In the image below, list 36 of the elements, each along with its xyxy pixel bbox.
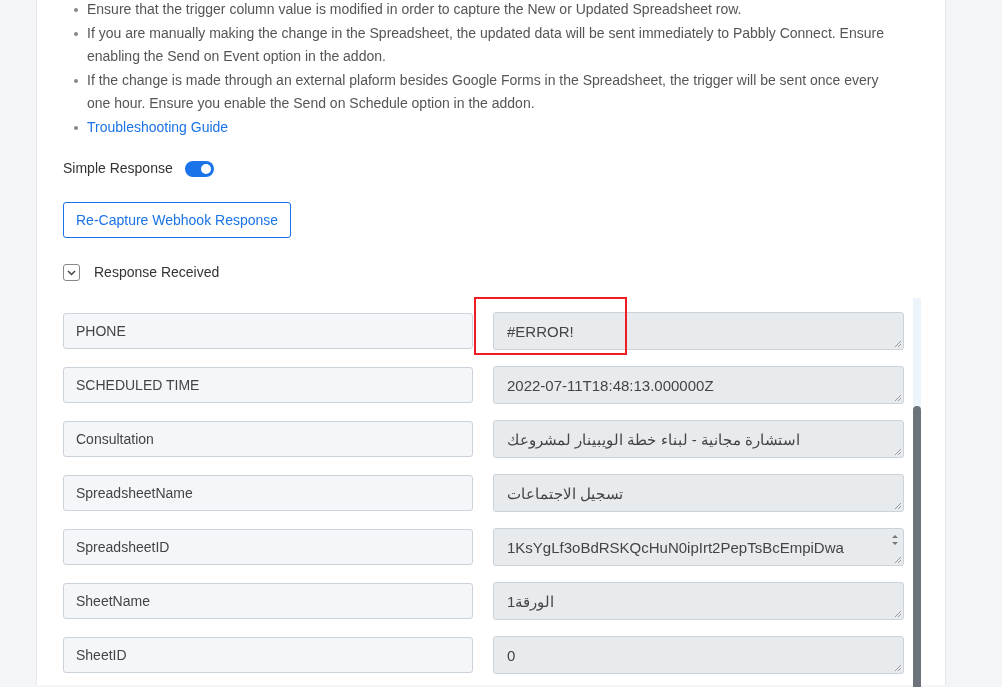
chevron-down-icon: [67, 269, 76, 276]
resize-grip-icon: [894, 340, 901, 347]
field-name: SheetName: [63, 583, 473, 619]
simple-response-toggle[interactable]: [184, 160, 214, 177]
bullet-icon: [74, 79, 78, 83]
recapture-webhook-button[interactable]: Re-Capture Webhook Response: [63, 202, 292, 238]
instruction-text: If the change is made through an external plaform besides Google Forms in the Spreadsheet, the trigger will be sent once every one hour. Ensure you enable the Send on Schedule option in the addon.: [87, 71, 880, 113]
field-name: SheetID: [63, 637, 473, 673]
field-name: SpreadsheetID: [63, 529, 473, 565]
resize-grip-icon: [894, 610, 901, 617]
value-field[interactable]: تسجيل الاجتماعات: [493, 474, 904, 512]
resize-grip-icon: [894, 556, 901, 563]
resize-grip-icon: [894, 664, 901, 671]
instruction-text: Ensure that the trigger column value is modified in order to capture the New or Updated Spreadsheet row.: [87, 0, 742, 19]
bullet-icon: [74, 32, 78, 36]
simple-response-label: Simple Response: [63, 159, 173, 178]
field-name: Consultation: [63, 421, 473, 457]
value-field[interactable]: 1KsYgLf3oBdRSKQcHuN0ipIrt2PepTsBcEmpiDwa: [493, 528, 904, 566]
value-field[interactable]: الورقة1: [493, 582, 904, 620]
instruction-text: If you are manually making the change in the Spreadsheet, the updated data will be sent immediately to Pabbly Connect. Ensure enabling the Send on Event option in the addon.: [87, 24, 885, 66]
field-name: SpreadsheetName: [63, 475, 473, 511]
bullet-icon: [74, 126, 78, 130]
resize-grip-icon: [894, 502, 901, 509]
section-title: Response Received: [94, 263, 220, 282]
value-field[interactable]: 2022-07-11T18:48:13.000000Z: [493, 366, 904, 404]
value-field[interactable]: #ERROR!: [493, 312, 904, 350]
scrollbar[interactable]: [913, 298, 921, 687]
collapse-toggle[interactable]: [63, 264, 80, 281]
field-name: SCHEDULED TIME: [63, 367, 473, 403]
field-name: PHONE: [63, 313, 473, 349]
resize-grip-icon: [894, 394, 901, 401]
troubleshooting-link[interactable]: Troubleshooting Guide: [87, 116, 229, 139]
value-field[interactable]: استشارة مجانية - لبناء خطة الويبينار لمشروعك: [493, 420, 904, 458]
value-field[interactable]: 0: [493, 636, 904, 674]
bullet-icon: [74, 8, 78, 12]
resize-grip-icon: [894, 448, 901, 455]
